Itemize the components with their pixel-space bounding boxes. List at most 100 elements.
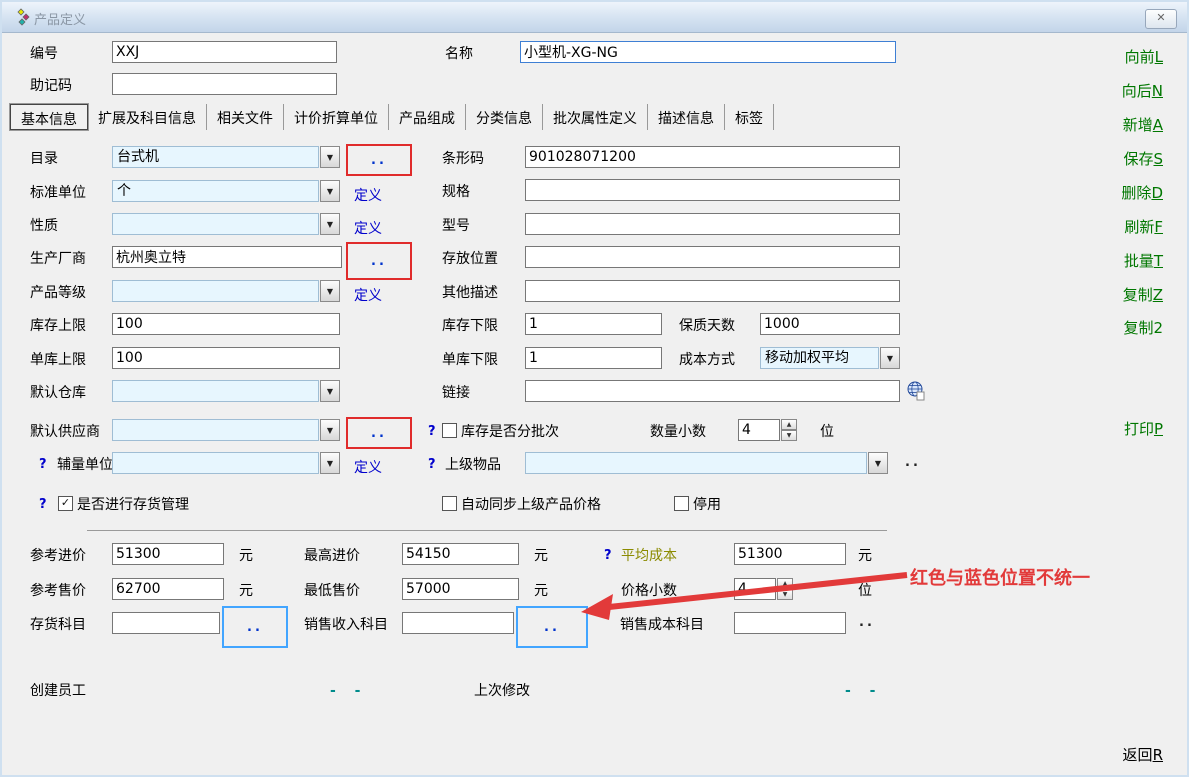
model-input[interactable] [525, 213, 900, 235]
close-button[interactable]: ✕ [1145, 9, 1177, 29]
aux-unit-label: 辅量单位 [57, 455, 113, 475]
batch-checkbox[interactable] [442, 423, 457, 438]
spec-input[interactable] [525, 179, 900, 201]
spin-up-icon[interactable]: ▲ [781, 419, 797, 430]
nature-define-link[interactable]: 定义 [354, 218, 382, 238]
back-button[interactable]: 返回R [1123, 744, 1163, 765]
min-sale-input[interactable] [402, 578, 519, 600]
nature-combobox[interactable]: ▼ [112, 213, 340, 235]
name-label: 名称 [445, 44, 473, 64]
sidebar-button-copy[interactable]: 复制Z [1123, 284, 1163, 305]
std-unit-combobox[interactable]: 个 ▼ [112, 180, 340, 202]
tab-classification[interactable]: 分类信息 [466, 104, 543, 130]
inv-account-input[interactable] [112, 612, 220, 634]
manufacturer-input[interactable] [112, 246, 342, 268]
check-mark-icon: ✓ [61, 496, 70, 509]
barcode-input[interactable] [525, 146, 900, 168]
default-supplier-combobox[interactable]: ▼ [112, 419, 340, 441]
tab-pricing-units[interactable]: 计价折算单位 [284, 104, 389, 130]
avg-cost-input[interactable] [734, 543, 846, 565]
dropdown-arrow-icon[interactable]: ▼ [320, 380, 340, 402]
auto-sync-label: 自动同步上级产品价格 [461, 495, 601, 515]
dropdown-arrow-icon[interactable]: ▼ [320, 146, 340, 168]
grade-define-link[interactable]: 定义 [354, 285, 382, 305]
other-desc-input[interactable] [525, 280, 900, 302]
parent-help-icon[interactable]: ? [428, 455, 436, 475]
sidebar-button-refresh[interactable]: 刷新F [1124, 216, 1163, 237]
aux-unit-combobox[interactable]: ▼ [112, 452, 340, 474]
parent-item-label: 上级物品 [445, 455, 501, 475]
aux-unit-define-link[interactable]: 定义 [354, 457, 382, 477]
parent-item-combobox[interactable]: ▼ [525, 452, 888, 474]
tab-labels[interactable]: 标签 [725, 104, 774, 130]
sidebar-button-add[interactable]: 新增A [1123, 114, 1163, 135]
supplier-browse-button[interactable]: .. [371, 426, 387, 441]
catalog-combobox[interactable]: 台式机 ▼ [112, 146, 340, 168]
sidebar-button-backward[interactable]: 向后N [1122, 80, 1163, 101]
sidebar-button-copy2[interactable]: 复制2 [1123, 317, 1163, 338]
sidebar-button-save[interactable]: 保存S [1123, 148, 1163, 169]
stock-upper-input[interactable] [112, 313, 340, 335]
sales-income-input[interactable] [402, 612, 514, 634]
dropdown-arrow-icon[interactable]: ▼ [320, 180, 340, 202]
dropdown-arrow-icon[interactable]: ▼ [320, 452, 340, 474]
ref-sale-input[interactable] [112, 578, 224, 600]
max-purchase-input[interactable] [402, 543, 519, 565]
qty-decimal-input[interactable] [738, 419, 780, 441]
auto-sync-checkbox[interactable] [442, 496, 457, 511]
ref-purchase-input[interactable] [112, 543, 224, 565]
globe-icon[interactable] [906, 381, 926, 401]
aux-unit-help-icon[interactable]: ? [39, 455, 47, 475]
sidebar-button-delete[interactable]: 删除D [1121, 182, 1163, 203]
store-lower-label: 单库下限 [442, 350, 498, 370]
tab-extended-accounts[interactable]: 扩展及科目信息 [88, 104, 207, 130]
sidebar-button-print[interactable]: 打印P [1124, 418, 1163, 439]
shelf-days-input[interactable] [760, 313, 900, 335]
dropdown-arrow-icon[interactable]: ▼ [880, 347, 900, 369]
tab-related-files[interactable]: 相关文件 [207, 104, 284, 130]
qty-decimal-label: 数量小数 [650, 422, 706, 442]
tab-batch-attributes[interactable]: 批次属性定义 [543, 104, 648, 130]
store-upper-input[interactable] [112, 347, 340, 369]
grade-combobox[interactable]: ▼ [112, 280, 340, 302]
default-warehouse-combobox[interactable]: ▼ [112, 380, 340, 402]
spin-down-icon[interactable]: ▼ [781, 430, 797, 441]
manufacturer-browse-button[interactable]: .. [371, 254, 387, 269]
currency-label: 元 [534, 581, 548, 601]
tab-description[interactable]: 描述信息 [648, 104, 725, 130]
tab-basic-info[interactable]: 基本信息 [10, 104, 88, 130]
store-lower-input[interactable] [525, 347, 662, 369]
disabled-checkbox[interactable] [674, 496, 689, 511]
sidebar-button-forward[interactable]: 向前L [1125, 46, 1163, 67]
tab-bar: 基本信息 扩展及科目信息 相关文件 计价折算单位 产品组成 分类信息 批次属性定… [10, 104, 774, 130]
shelf-days-label: 保质天数 [679, 316, 735, 336]
dropdown-arrow-icon[interactable]: ▼ [868, 452, 888, 474]
cost-method-combobox[interactable]: 移动加权平均 ▼ [760, 347, 900, 369]
app-diamonds-icon [12, 8, 32, 28]
currency-label: 元 [534, 546, 548, 566]
stock-lower-input[interactable] [525, 313, 662, 335]
inventory-mgmt-checkbox[interactable]: ✓ [58, 496, 73, 511]
location-input[interactable] [525, 246, 900, 268]
avg-cost-help-icon[interactable]: ? [604, 546, 612, 566]
location-label: 存放位置 [442, 249, 498, 269]
name-input[interactable] [520, 41, 896, 63]
parent-item-browse-button[interactable]: .. [905, 455, 921, 470]
code-input[interactable] [112, 41, 337, 63]
sidebar-button-batch[interactable]: 批量T [1124, 250, 1163, 271]
mnemonic-input[interactable] [112, 73, 337, 95]
dropdown-arrow-icon[interactable]: ▼ [320, 213, 340, 235]
dropdown-arrow-icon[interactable]: ▼ [320, 419, 340, 441]
sales-income-browse-button[interactable]: .. [544, 620, 560, 635]
inventory-mgmt-help-icon[interactable]: ? [39, 495, 47, 515]
catalog-browse-button[interactable]: .. [371, 153, 387, 168]
avg-cost-label: 平均成本 [621, 546, 677, 566]
batch-help-icon[interactable]: ? [428, 422, 436, 442]
inv-account-browse-button[interactable]: .. [247, 620, 263, 635]
dropdown-arrow-icon[interactable]: ▼ [320, 280, 340, 302]
qty-decimal-stepper[interactable]: ▲ ▼ [738, 419, 797, 441]
link-input[interactable] [525, 380, 900, 402]
std-unit-define-link[interactable]: 定义 [354, 185, 382, 205]
tab-product-composition[interactable]: 产品组成 [389, 104, 466, 130]
annotation-text: 红色与蓝色位置不统一 [910, 564, 1090, 590]
